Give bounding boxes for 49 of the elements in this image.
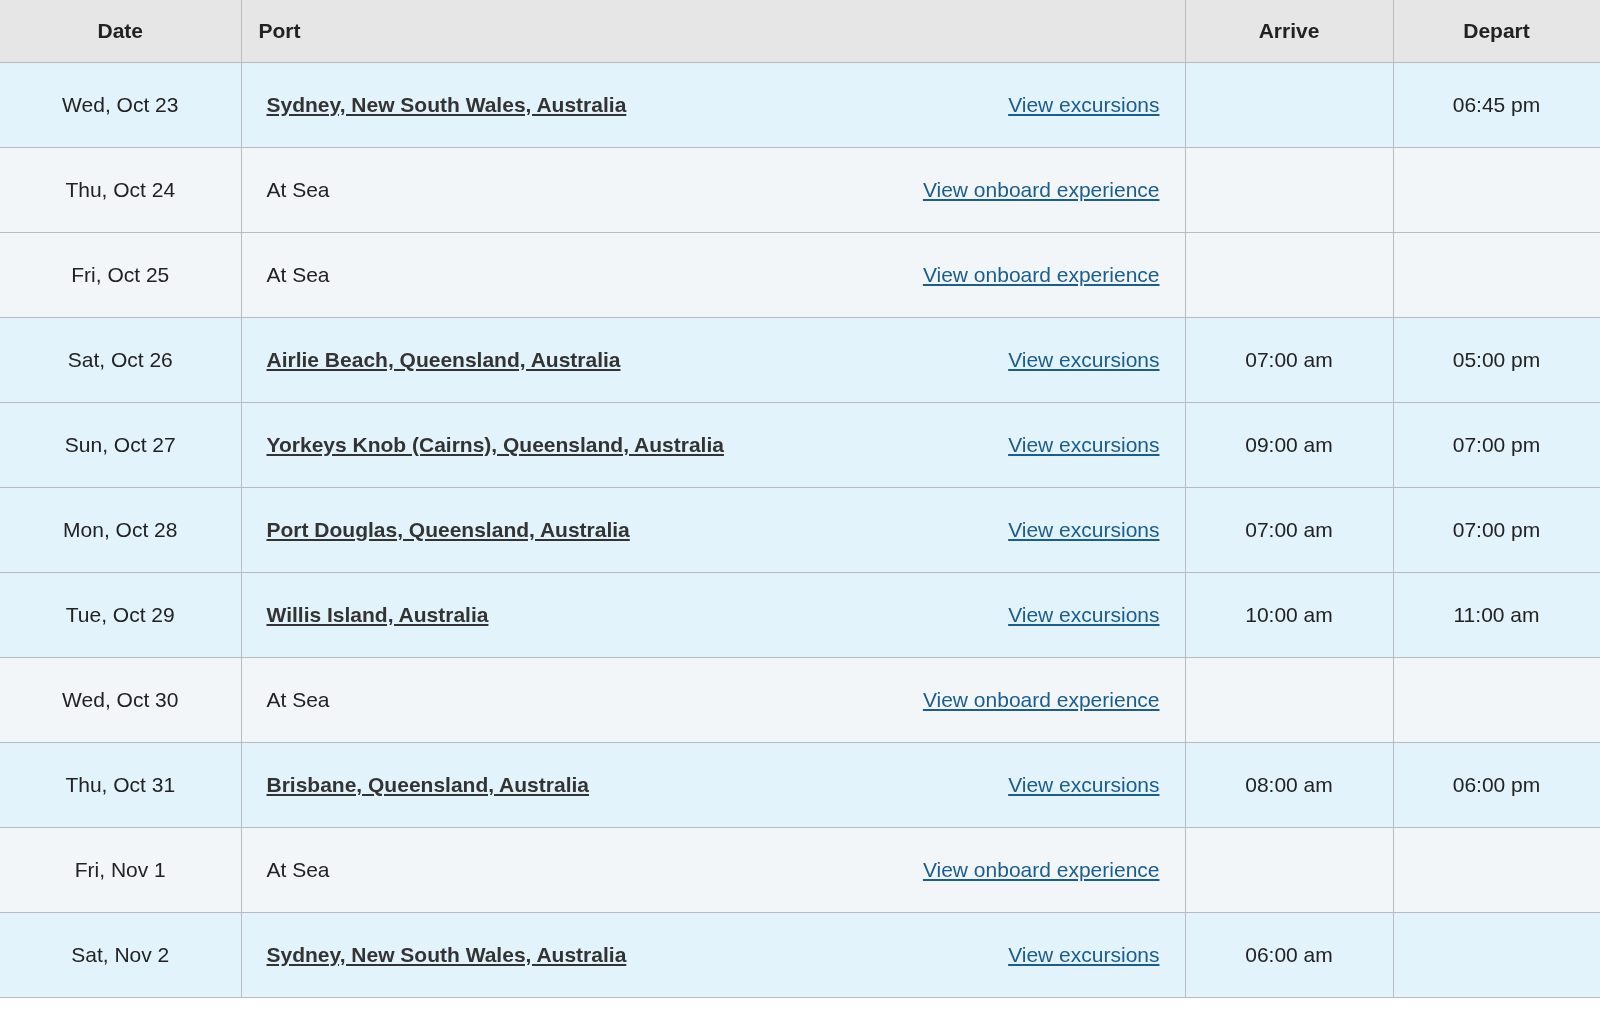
view-link[interactable]: View onboard experience	[922, 687, 1160, 712]
arrive-time: 07:00 am	[1185, 317, 1393, 402]
port-link[interactable]: Sydney, New South Wales, Australia	[266, 942, 627, 967]
arrive-time: 08:00 am	[1185, 742, 1393, 827]
view-link[interactable]: View excursions	[1008, 772, 1160, 797]
port-link[interactable]: Yorkeys Knob (Cairns), Queensland, Australia	[266, 432, 724, 457]
arrive-time: 06:00 am	[1185, 912, 1393, 997]
port-link[interactable]: Willis Island, Australia	[266, 602, 489, 627]
view-link[interactable]: View excursions	[1008, 942, 1160, 967]
date-cell: Sun, Oct 27	[0, 402, 241, 487]
view-link[interactable]: View excursions	[1008, 347, 1160, 372]
arrive-time: 10:00 am	[1185, 572, 1393, 657]
port-link[interactable]: Brisbane, Queensland, Australia	[266, 772, 589, 797]
view-link[interactable]: View excursions	[1008, 517, 1160, 542]
port-name: At Sea	[266, 262, 330, 287]
date-cell: Tue, Oct 29	[0, 572, 241, 657]
depart-time: 06:45 pm	[1393, 62, 1600, 147]
depart-time: 05:00 pm	[1393, 317, 1600, 402]
port-name: At Sea	[266, 687, 330, 712]
view-link[interactable]: View excursions	[1008, 92, 1160, 117]
view-link[interactable]: View onboard experience	[922, 857, 1160, 882]
date-cell: Sat, Oct 26	[0, 317, 241, 402]
column-header: Date	[0, 0, 241, 62]
port-name: At Sea	[266, 177, 330, 202]
view-link[interactable]: View excursions	[1008, 432, 1160, 457]
date-cell: Wed, Oct 30	[0, 657, 241, 742]
view-link[interactable]: View excursions	[1008, 602, 1160, 627]
port-link[interactable]: Port Douglas, Queensland, Australia	[266, 517, 630, 542]
date-cell: Wed, Oct 23	[0, 62, 241, 147]
date-cell: Fri, Nov 1	[0, 827, 241, 912]
port-link[interactable]: Sydney, New South Wales, Australia	[266, 92, 627, 117]
date-cell: Thu, Oct 24	[0, 147, 241, 232]
date-cell: Thu, Oct 31	[0, 742, 241, 827]
date-cell: Sat, Nov 2	[0, 912, 241, 997]
date-cell: Fri, Oct 25	[0, 232, 241, 317]
view-link[interactable]: View onboard experience	[922, 262, 1160, 287]
arrive-time: 07:00 am	[1185, 487, 1393, 572]
column-header: Arrive	[1185, 0, 1393, 62]
depart-time: 06:00 pm	[1393, 742, 1600, 827]
port-link[interactable]: Airlie Beach, Queensland, Australia	[266, 347, 621, 372]
depart-time: 07:00 pm	[1393, 402, 1600, 487]
column-header: Port	[241, 0, 1185, 62]
arrive-time: 09:00 am	[1185, 402, 1393, 487]
date-cell: Mon, Oct 28	[0, 487, 241, 572]
depart-time: 07:00 pm	[1393, 487, 1600, 572]
port-name: At Sea	[266, 857, 330, 882]
depart-time: 11:00 am	[1393, 572, 1600, 657]
column-header: Depart	[1393, 0, 1600, 62]
view-link[interactable]: View onboard experience	[922, 177, 1160, 202]
